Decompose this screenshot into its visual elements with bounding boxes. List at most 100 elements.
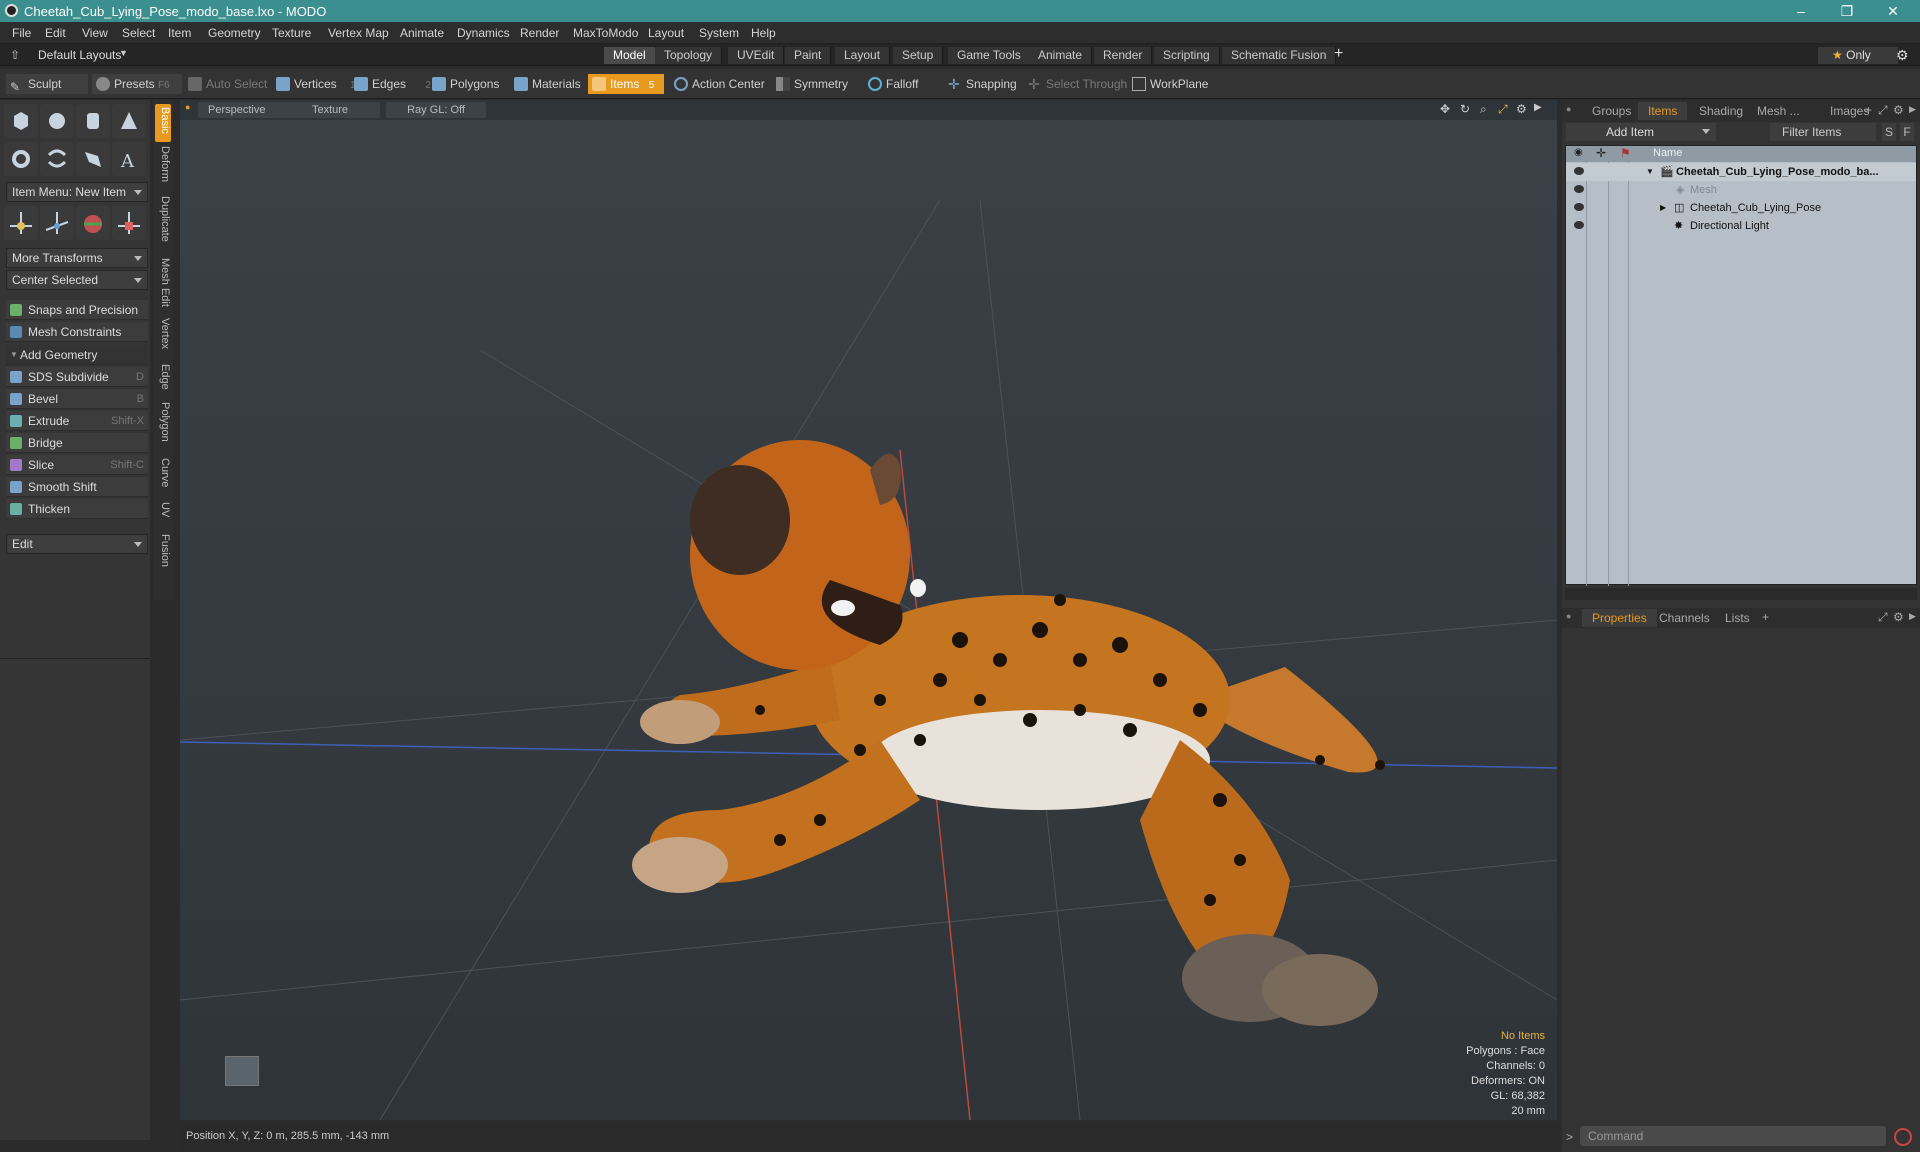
viewport-expand-arrow-icon[interactable]: ▶ <box>1534 102 1542 113</box>
tab-properties[interactable]: Properties <box>1582 609 1657 627</box>
visibility-eye-icon[interactable] <box>1574 203 1584 211</box>
edit-dropdown[interactable]: Edit <box>6 534 148 554</box>
thicken-button[interactable]: Thicken <box>6 499 148 519</box>
default-layouts-dropdown[interactable]: Default Layouts <box>38 48 121 62</box>
tab-layout[interactable]: Layout <box>835 47 891 64</box>
menu-maxtomodo[interactable]: MaxToModo <box>573 26 638 40</box>
item-row-cheetah[interactable]: ▶ ◫ Cheetah_Cub_Lying_Pose <box>1566 199 1916 217</box>
expand-triangle-icon[interactable]: ▼ <box>1646 163 1654 181</box>
zoom-icon[interactable]: ⌕ <box>1480 102 1487 117</box>
menu-render[interactable]: Render <box>520 26 559 40</box>
pan-icon[interactable]: ✥ <box>1440 102 1450 116</box>
menu-animate[interactable]: Animate <box>400 26 444 40</box>
tab-shading[interactable]: Shading <box>1689 102 1753 120</box>
workplane-button[interactable]: WorkPlane <box>1128 74 1208 94</box>
tab-model[interactable]: Model <box>604 47 656 64</box>
snaps-precision-button[interactable]: Snaps and Precision <box>6 300 148 320</box>
maximize-button[interactable]: ❐ <box>1824 0 1870 22</box>
gear-icon[interactable]: ⚙ <box>1893 610 1904 624</box>
raygl-toggle[interactable]: Ray GL: Off <box>386 102 486 118</box>
tab-lists[interactable]: Lists <box>1715 609 1760 627</box>
sds-subdivide-button[interactable]: SDS Subdivide D <box>6 367 148 387</box>
text-tool-button[interactable]: A <box>112 142 146 176</box>
add-tab-icon[interactable]: + <box>1762 610 1769 624</box>
smooth-shift-button[interactable]: Smooth Shift <box>6 477 148 497</box>
tab-groups[interactable]: Groups <box>1582 102 1641 120</box>
menu-vertex-map[interactable]: Vertex Map <box>328 26 389 40</box>
add-tab-icon[interactable]: + <box>1334 45 1343 63</box>
vtab-edge[interactable]: Edge <box>155 364 171 390</box>
tab-mesh[interactable]: Mesh ... <box>1747 102 1810 120</box>
item-row-scene[interactable]: ▼ 🎬 Cheetah_Cub_Lying_Pose_modo_ba... <box>1566 163 1916 181</box>
vertices-button[interactable]: Vertices 1 <box>272 74 356 94</box>
close-button[interactable]: ✕ <box>1870 0 1916 22</box>
menu-system[interactable]: System <box>699 26 739 40</box>
tab-uvedit[interactable]: UVEdit <box>728 47 785 64</box>
expand-icon[interactable]: ⤢ <box>1878 610 1888 625</box>
visibility-eye-icon[interactable] <box>1574 185 1584 193</box>
tab-setup[interactable]: Setup <box>893 47 944 64</box>
tab-render[interactable]: Render <box>1094 47 1153 64</box>
gear-icon[interactable]: ⚙ <box>1893 103 1904 117</box>
expand-icon[interactable]: ⤢ <box>1878 103 1888 118</box>
torus-primitive-button[interactable] <box>4 142 38 176</box>
menu-file[interactable]: File <box>12 26 31 40</box>
filter-s-button[interactable]: S <box>1882 123 1896 141</box>
vtab-uv[interactable]: UV <box>155 502 171 517</box>
item-row-mesh[interactable]: ◈ Mesh <box>1566 181 1916 199</box>
transform-tool-button[interactable] <box>112 206 146 240</box>
tab-game-tools[interactable]: Game Tools <box>948 47 1031 64</box>
minimize-button[interactable]: – <box>1778 0 1824 22</box>
cylinder-primitive-button[interactable] <box>76 104 110 138</box>
extrude-button[interactable]: Extrude Shift-X <box>6 411 148 431</box>
tab-animate[interactable]: Animate <box>1029 47 1093 64</box>
only-toggle[interactable]: ★ Only <box>1818 47 1898 64</box>
vtab-polygon[interactable]: Polygon <box>155 402 171 442</box>
menu-view[interactable]: View <box>82 26 108 40</box>
expand-triangle-icon[interactable]: ▶ <box>1660 199 1666 217</box>
tab-schematic-fusion[interactable]: Schematic Fusion <box>1222 47 1337 64</box>
vtab-deform[interactable]: Deform <box>155 146 171 182</box>
vtab-curve[interactable]: Curve <box>155 458 171 487</box>
command-input[interactable]: Command <box>1580 1126 1886 1146</box>
slice-button[interactable]: Slice Shift-C <box>6 455 148 475</box>
viewport-menu-dot[interactable]: ● <box>185 102 190 112</box>
symmetry-button[interactable]: Symmetry <box>772 74 848 94</box>
vtab-basic[interactable]: Basic <box>155 104 171 142</box>
rotate-tool-button[interactable] <box>40 206 74 240</box>
sphere-primitive-button[interactable] <box>40 104 74 138</box>
bevel-button[interactable]: Bevel B <box>6 389 148 409</box>
item-list-scrollbar[interactable] <box>1565 588 1917 600</box>
select-through-button[interactable]: ✛ Select Through <box>1024 74 1127 94</box>
add-geometry-header[interactable]: ▼ Add Geometry <box>6 345 148 365</box>
cube-primitive-button[interactable] <box>4 104 38 138</box>
shading-dropdown[interactable]: Texture <box>280 102 380 118</box>
pen-tool-button[interactable] <box>76 142 110 176</box>
menu-dynamics[interactable]: Dynamics <box>457 26 510 40</box>
expand-arrow-icon[interactable]: ▶ <box>1909 104 1916 115</box>
orbit-icon[interactable]: ↻ <box>1460 102 1470 116</box>
auto-select-button[interactable]: Auto Select <box>184 74 267 94</box>
name-column-header[interactable]: Name <box>1653 147 1682 159</box>
item-menu-dropdown[interactable]: Item Menu: New Item <box>6 182 148 202</box>
panel-menu-dot[interactable]: ● <box>1566 611 1571 621</box>
item-row-light[interactable]: ✸ Directional Light <box>1566 217 1916 235</box>
add-tab-icon[interactable]: + <box>1865 103 1872 117</box>
action-center-button[interactable]: Action Center <box>670 74 765 94</box>
add-item-dropdown[interactable]: Add Item <box>1566 123 1716 141</box>
layout-up-icon[interactable]: ⇧ <box>10 48 20 62</box>
center-selected-dropdown[interactable]: Center Selected <box>6 270 148 290</box>
menu-help[interactable]: Help <box>751 26 776 40</box>
capsule-primitive-button[interactable] <box>40 142 74 176</box>
maximize-viewport-icon[interactable]: ⤢ <box>1498 102 1508 117</box>
tab-items[interactable]: Items <box>1638 102 1688 120</box>
menu-edit[interactable]: Edit <box>45 26 66 40</box>
view-mode-dropdown[interactable]: Perspective <box>198 102 286 118</box>
sculpt-button[interactable]: ✎ Sculpt <box>6 74 88 94</box>
menu-texture[interactable]: Texture <box>272 26 311 40</box>
visibility-eye-icon[interactable] <box>1574 221 1584 229</box>
items-button[interactable]: Items 5 <box>588 74 664 94</box>
panel-menu-dot[interactable]: ● <box>1566 104 1571 114</box>
falloff-button[interactable]: Falloff <box>864 74 918 94</box>
move-tool-button[interactable] <box>4 206 38 240</box>
